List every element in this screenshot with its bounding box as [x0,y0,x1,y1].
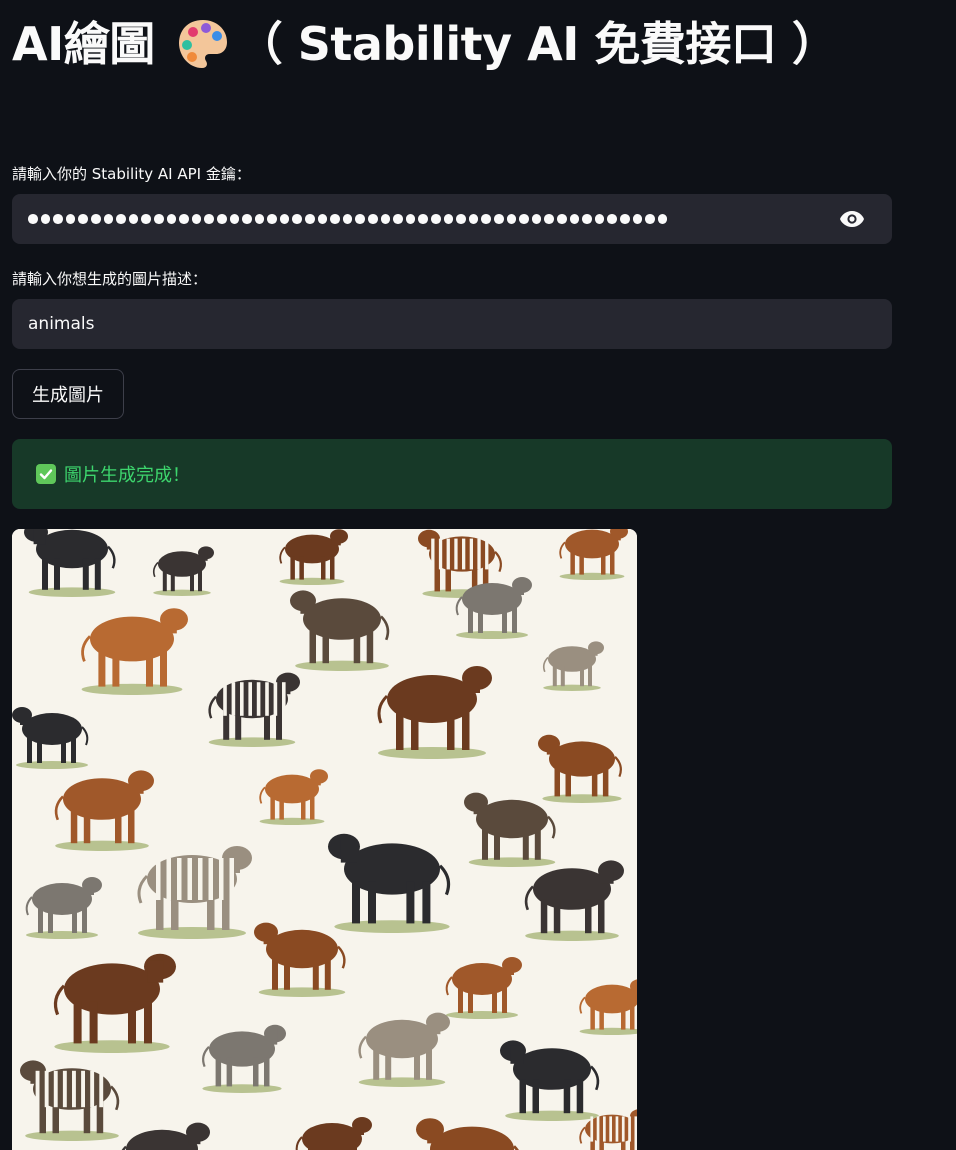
mask-dot [191,214,202,224]
mask-dot [317,214,328,224]
mask-dot [103,214,114,224]
mask-dot [40,214,51,224]
api-key-input[interactable] [12,194,892,244]
mask-dot [292,214,303,224]
mask-dot [342,214,353,224]
mask-dot [619,214,630,224]
mask-dot [116,214,126,224]
mask-dot [607,214,617,224]
title-suffix: （ Stability AI 免費接口 ） [236,17,838,71]
title-prefix: AI繪圖 [12,17,155,71]
mask-dot [393,214,403,224]
page-title: AI繪圖 （ Stability AI 免費接口 ） [12,4,838,84]
prompt-input[interactable]: animals [12,299,892,349]
mask-dot [242,214,252,224]
success-message: 圖片生成完成！ [64,465,190,486]
mask-dot [569,214,580,224]
mask-dot [279,214,290,224]
mask-dot [531,214,542,224]
mask-dot [128,214,139,224]
mask-dot [229,214,240,224]
mask-dot [544,214,554,224]
prompt-label: 請輸入你想生成的圖片描述： [12,270,208,288]
mask-dot [179,214,189,224]
mask-dot [506,214,517,224]
mask-dot [582,214,592,224]
mask-dot [355,214,366,224]
mask-dot [645,214,655,224]
app-page: AI繪圖 （ Stability AI 免費接口 ） 請輸入你的 Stabili… [0,0,956,1150]
mask-dot [216,214,227,224]
success-alert: 圖片生成完成！ [12,439,892,509]
mask-dot [456,214,466,224]
prompt-value: animals [28,314,95,334]
mask-dot [141,214,151,224]
mask-dot [153,214,164,224]
mask-dot [418,214,428,224]
masked-api-key [12,214,832,224]
mask-dot [468,214,479,224]
mask-dot [431,214,441,224]
mask-dot [90,214,101,224]
eye-icon[interactable] [832,199,872,239]
mask-dot [78,214,88,224]
mask-dot [556,214,567,224]
palette-icon [178,20,227,68]
animals-illustration [12,529,637,1150]
mask-dot [254,214,265,224]
mask-dot [330,214,340,224]
mask-dot [204,214,214,224]
mask-dot [53,214,63,224]
mask-dot [28,214,38,224]
mask-dot [267,214,277,224]
mask-dot [368,214,378,224]
mask-dot [594,214,605,224]
generate-image-button[interactable]: 生成圖片 [12,369,124,419]
mask-dot [305,214,315,224]
mask-dot [166,214,177,224]
mask-dot [405,214,416,224]
generated-image [12,529,637,1150]
mask-dot [519,214,529,224]
mask-dot [493,214,504,224]
api-key-label: 請輸入你的 Stability AI API 金鑰： [12,165,251,183]
mask-dot [632,214,643,224]
check-box-icon [36,464,56,484]
mask-dot [65,214,76,224]
mask-dot [481,214,491,224]
mask-dot [380,214,391,224]
mask-dot [657,214,668,224]
mask-dot [443,214,454,224]
